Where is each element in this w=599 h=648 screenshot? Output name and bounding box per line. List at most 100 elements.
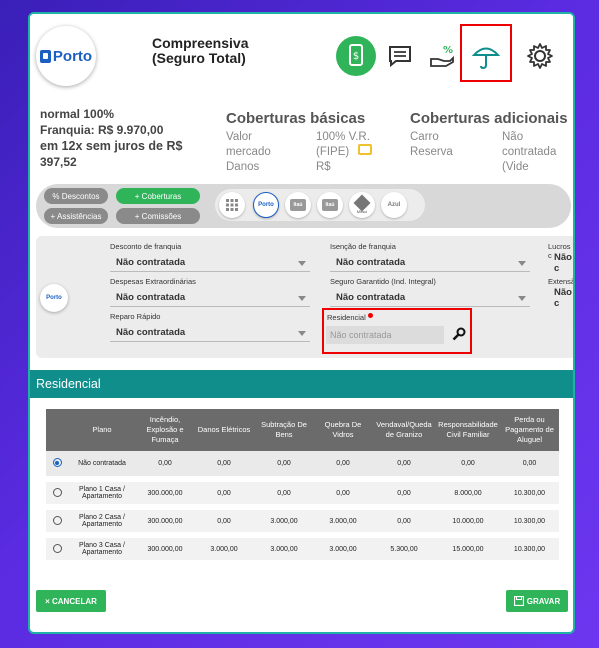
basic-value-1: 100% V.R. bbox=[316, 131, 370, 143]
basic-value-3: R$ bbox=[316, 161, 331, 173]
col-plano: Plano bbox=[68, 409, 136, 451]
cell: 10.300,00 bbox=[500, 479, 559, 510]
cell: 0,00 bbox=[136, 451, 194, 482]
insurer-porto[interactable]: Porto bbox=[253, 192, 279, 218]
discount-hand-icon[interactable]: % bbox=[422, 36, 462, 76]
basic-label-3: Danos bbox=[226, 161, 260, 173]
comment-icon[interactable] bbox=[358, 144, 372, 155]
umbrella-highlight bbox=[460, 24, 512, 82]
assistencias-button[interactable]: + Assistências bbox=[44, 208, 108, 224]
cell: 3.000,00 bbox=[254, 507, 314, 538]
cell: 10.300,00 bbox=[500, 507, 559, 538]
reparo-label: Reparo Rápido bbox=[110, 312, 161, 321]
seguro-select[interactable]: Não contratada bbox=[330, 289, 530, 307]
comissoes-button[interactable]: + Comissões bbox=[116, 208, 200, 224]
col-responsabilidade: Responsabilidade Civil Familiar bbox=[436, 409, 500, 451]
basic-value-2: (FIPE) bbox=[316, 146, 350, 158]
cell: 10.300,00 bbox=[500, 535, 559, 566]
save-icon bbox=[513, 596, 524, 606]
cell: 0,00 bbox=[372, 507, 436, 538]
porto-logo: Porto bbox=[36, 26, 96, 86]
despesas-select[interactable]: Não contratada bbox=[110, 289, 310, 307]
isencao-select[interactable]: Não contratada bbox=[330, 254, 530, 272]
cell: 15.000,00 bbox=[436, 535, 500, 566]
cell: 0,00 bbox=[436, 451, 500, 482]
cell: 0,00 bbox=[314, 451, 372, 482]
additional-label-1: Carro bbox=[410, 131, 439, 143]
col-aluguel: Perda ou Pagamento de Aluguel bbox=[500, 409, 559, 451]
grid-icon[interactable] bbox=[219, 192, 245, 218]
insurer-itau-1[interactable]: Itaú bbox=[285, 192, 311, 218]
reparo-select[interactable]: Não contratada bbox=[110, 324, 310, 342]
mobile-payment-icon[interactable]: $ bbox=[336, 36, 376, 76]
price-summary: normal 100% Franquia: R$ 9.970,00 em 12x… bbox=[40, 107, 183, 169]
residencial-input[interactable]: Não contratada bbox=[326, 326, 444, 344]
plan-name: Plano 1 Casa / Apartamento bbox=[68, 479, 136, 510]
cell: 300.000,00 bbox=[136, 479, 194, 510]
plan-name: Plano 3 Casa / Apartamento bbox=[68, 535, 136, 566]
cell: 3.000,00 bbox=[194, 535, 254, 566]
desconto-label: Desconto de franquia bbox=[110, 242, 182, 251]
residencial-plans-table: Plano Incêndio, Explosão e Fumaça Danos … bbox=[46, 409, 559, 566]
cell: 0,00 bbox=[254, 479, 314, 510]
cancel-button[interactable]: × CANCELAR bbox=[36, 590, 106, 612]
additional-label-2: Reserva bbox=[410, 146, 453, 158]
table-row[interactable]: Plano 2 Casa / Apartamento 300.000,00 0,… bbox=[46, 507, 559, 538]
cell: 3.000,00 bbox=[254, 535, 314, 566]
required-dot bbox=[367, 313, 373, 318]
col-quebra-vidros: Quebra De Vidros bbox=[314, 409, 372, 451]
residencial-section-header: Residencial bbox=[30, 370, 573, 398]
basic-label-1: Valor bbox=[226, 131, 252, 143]
plan-name: Plano 2 Casa / Apartamento bbox=[68, 507, 136, 538]
additional-value-1: Não bbox=[502, 131, 524, 143]
plan-title: Compreensiva (Seguro Total) bbox=[152, 35, 249, 66]
cell: 3.000,00 bbox=[314, 535, 372, 566]
porto-mini-logo: Porto bbox=[40, 284, 68, 312]
insurer-mitsui[interactable]: Mitsui bbox=[349, 192, 375, 218]
cell: 0,00 bbox=[194, 479, 254, 510]
plan-radio[interactable] bbox=[52, 515, 62, 525]
plan-radio[interactable] bbox=[52, 543, 62, 553]
basic-label-2: mercado bbox=[226, 146, 271, 158]
col-select bbox=[46, 409, 68, 451]
desconto-select[interactable]: Não contratada bbox=[110, 254, 310, 272]
plan-name: Não contratada bbox=[68, 451, 136, 482]
cell: 3.000,00 bbox=[314, 507, 372, 538]
col-incendio: Incêndio, Explosão e Fumaça bbox=[136, 409, 194, 451]
plan-radio[interactable] bbox=[52, 487, 62, 497]
seguro-label: Seguro Garantido (Ind. Integral) bbox=[330, 277, 436, 286]
insurer-azul[interactable]: Azul bbox=[381, 192, 407, 218]
header: Porto Compreensiva (Seguro Total) $ % bbox=[30, 14, 573, 100]
extensao-select[interactable]: Não c bbox=[548, 287, 573, 309]
plan-radio-selected[interactable] bbox=[52, 458, 62, 467]
isencao-label: Isenção de franquia bbox=[330, 242, 396, 251]
additional-coverage-title: Coberturas adicionais bbox=[410, 110, 568, 127]
cell: 0,00 bbox=[372, 451, 436, 482]
col-vendaval: Vendaval/Queda de Granizo bbox=[372, 409, 436, 451]
table-row[interactable]: Plano 3 Casa / Apartamento 300.000,00 3.… bbox=[46, 535, 559, 566]
gear-icon[interactable] bbox=[520, 36, 560, 76]
table-row[interactable]: Não contratada 0,00 0,00 0,00 0,00 0,00 … bbox=[46, 451, 559, 482]
table-row[interactable]: Plano 1 Casa / Apartamento 300.000,00 0,… bbox=[46, 479, 559, 510]
cell: 8.000,00 bbox=[436, 479, 500, 510]
cell: 0,00 bbox=[314, 479, 372, 510]
lucros-select[interactable]: Não c bbox=[548, 252, 573, 274]
save-button[interactable]: GRAVAR bbox=[506, 590, 568, 612]
message-icon[interactable] bbox=[380, 36, 420, 76]
quote-card: Porto Compreensiva (Seguro Total) $ % no… bbox=[28, 12, 575, 634]
extensao-label: Extensã bbox=[548, 277, 575, 286]
cell: 0,00 bbox=[500, 451, 559, 482]
cell: 300.000,00 bbox=[136, 535, 194, 566]
cell: 0,00 bbox=[372, 479, 436, 510]
svg-text:%: % bbox=[443, 45, 453, 56]
cell: 0,00 bbox=[194, 451, 254, 482]
search-icon[interactable] bbox=[452, 327, 466, 346]
svg-text:$: $ bbox=[353, 51, 359, 62]
cell: 0,00 bbox=[194, 507, 254, 538]
cell: 300.000,00 bbox=[136, 507, 194, 538]
col-subtracao: Subtração De Bens bbox=[254, 409, 314, 451]
cell: 10.000,00 bbox=[436, 507, 500, 538]
insurer-itau-2[interactable]: Itaú bbox=[317, 192, 343, 218]
descontos-button[interactable]: % Descontos bbox=[44, 188, 108, 204]
coberturas-button[interactable]: + Coberturas bbox=[116, 188, 200, 204]
